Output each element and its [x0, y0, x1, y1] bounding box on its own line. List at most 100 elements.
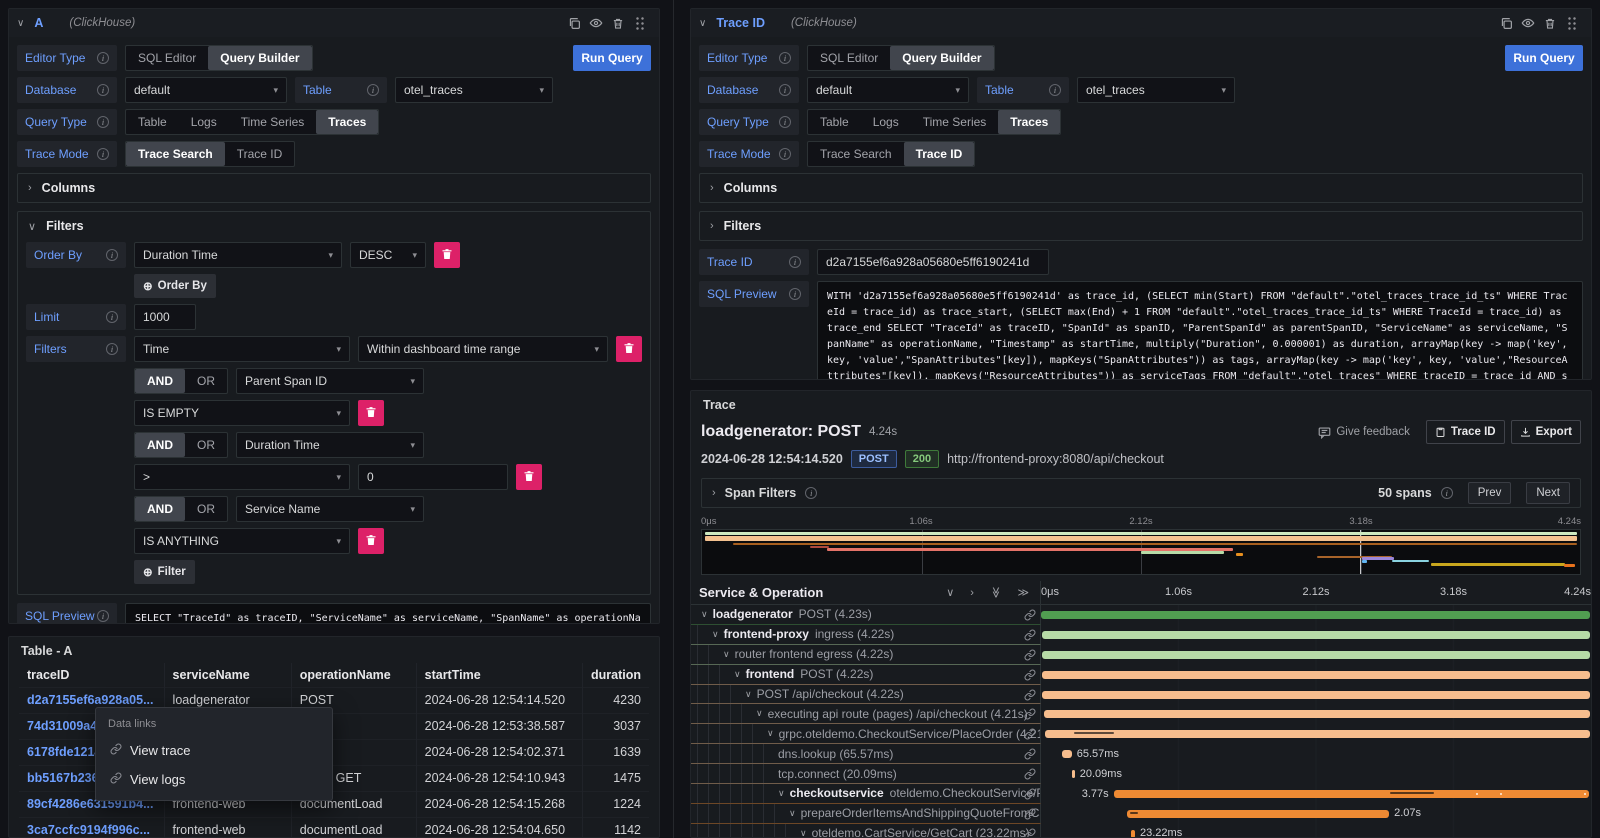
expand-one-icon[interactable]: ›: [967, 587, 977, 599]
span-row[interactable]: tcp.connect (20.09ms) 20.09ms: [691, 764, 1591, 784]
export-button[interactable]: Export: [1511, 420, 1581, 444]
chevron-right-icon[interactable]: ›: [712, 487, 716, 499]
span-row[interactable]: dns.lookup (65.57ms) 65.57ms: [691, 744, 1591, 764]
give-feedback-button[interactable]: Give feedback: [1318, 426, 1410, 439]
remove-condition-button[interactable]: [516, 464, 542, 490]
collapse-span-chevron-icon[interactable]: ∨: [789, 808, 796, 819]
query-header-a[interactable]: ∨ A (ClickHouse): [9, 9, 659, 37]
collapse-one-icon[interactable]: ∨: [943, 586, 957, 599]
span-duration-bar[interactable]: [1042, 631, 1591, 639]
database-select[interactable]: default▾: [125, 77, 287, 103]
collapse-span-chevron-icon[interactable]: ∨: [745, 689, 752, 700]
span-link-icon[interactable]: [1024, 807, 1036, 824]
span-duration-bar[interactable]: [1042, 651, 1591, 659]
limit-input[interactable]: 1000: [134, 304, 196, 330]
remove-condition-button[interactable]: [358, 528, 384, 554]
run-query-button[interactable]: Run Query: [1505, 45, 1583, 71]
span-name-cell[interactable]: ∨loadgeneratorPOST (4.23s): [691, 605, 1041, 625]
span-row[interactable]: ∨grpc.oteldemo.CheckoutService/PlaceOrde…: [691, 724, 1591, 744]
condition-value-input[interactable]: 0: [358, 464, 508, 490]
segment-option[interactable]: OR: [185, 369, 227, 393]
span-name-cell[interactable]: tcp.connect (20.09ms): [691, 764, 1041, 784]
condition-operator-select[interactable]: IS ANYTHING▾: [134, 528, 350, 554]
condition-field-select[interactable]: Parent Span ID▾: [236, 368, 424, 394]
segment-option[interactable]: Trace Search: [126, 142, 225, 166]
segment-option[interactable]: Traces: [998, 110, 1060, 134]
order-by-direction-select[interactable]: DESC▾: [350, 242, 426, 268]
add-order-by-button[interactable]: ⊕ Order By: [134, 274, 216, 298]
editor-type-toggle[interactable]: SQL EditorQuery Builder: [125, 45, 313, 71]
trace-id-copy-button[interactable]: Trace ID: [1426, 420, 1505, 444]
span-bar-cell[interactable]: 65.57ms: [1041, 744, 1591, 764]
info-icon[interactable]: i: [779, 84, 791, 96]
span-duration-bar[interactable]: [1042, 671, 1590, 679]
duplicate-query-icon[interactable]: [1495, 13, 1517, 33]
remove-filter-button[interactable]: [616, 336, 642, 362]
span-name-cell[interactable]: ∨frontendPOST (4.22s): [691, 665, 1041, 685]
trace-mode-toggle[interactable]: Trace SearchTrace ID: [125, 141, 295, 167]
collapse-span-chevron-icon[interactable]: ∨: [800, 828, 807, 838]
collapse-span-chevron-icon[interactable]: ∨: [712, 629, 719, 640]
segment-option[interactable]: Table: [808, 110, 861, 134]
collapse-span-chevron-icon[interactable]: ∨: [734, 669, 741, 680]
span-row[interactable]: ∨frontend-proxyingress (4.22s): [691, 625, 1591, 645]
span-duration-bar[interactable]: [1042, 691, 1590, 699]
info-icon[interactable]: i: [789, 256, 801, 268]
prev-button[interactable]: Prev: [1468, 482, 1512, 504]
collapse-span-chevron-icon[interactable]: ∨: [756, 708, 763, 719]
span-duration-bar[interactable]: [1041, 611, 1590, 619]
query-header-traceid[interactable]: ∨ Trace ID (ClickHouse): [691, 9, 1591, 37]
info-icon[interactable]: i: [106, 311, 118, 323]
add-filter-button[interactable]: ⊕ Filter: [134, 560, 195, 584]
span-name-cell[interactable]: ∨frontend-proxyingress (4.22s): [691, 625, 1041, 645]
span-link-icon[interactable]: [1024, 767, 1036, 784]
trace-id-input[interactable]: d2a7155ef6a928a05680e5ff6190241d: [817, 249, 1049, 275]
info-icon[interactable]: i: [97, 84, 109, 96]
info-icon[interactable]: i: [97, 610, 109, 622]
run-query-button[interactable]: Run Query: [573, 45, 651, 71]
segment-option[interactable]: Table: [126, 110, 179, 134]
info-icon[interactable]: i: [106, 249, 118, 261]
span-name-cell[interactable]: ∨grpc.oteldemo.CheckoutService/PlaceOrde…: [691, 724, 1041, 744]
span-name-cell[interactable]: ∨POST /api/checkout (4.22s): [691, 685, 1041, 705]
hide-response-eye-icon[interactable]: [1517, 13, 1539, 33]
delete-query-trash-icon[interactable]: [1539, 13, 1561, 33]
span-bar-cell[interactable]: [1041, 685, 1591, 705]
span-bar-cell[interactable]: 20.09ms: [1041, 764, 1591, 784]
span-duration-bar[interactable]: [1044, 710, 1590, 718]
remove-order-by-button[interactable]: [434, 242, 460, 268]
query-type-toggle[interactable]: TableLogsTime SeriesTraces: [807, 109, 1061, 135]
segment-option[interactable]: AND: [135, 497, 185, 521]
column-header[interactable]: startTime: [416, 663, 582, 687]
info-icon[interactable]: i: [367, 84, 379, 96]
span-row[interactable]: ∨frontendPOST (4.22s): [691, 665, 1591, 685]
span-duration-bar[interactable]: [1114, 790, 1589, 798]
hide-response-eye-icon[interactable]: [585, 13, 607, 33]
column-header[interactable]: duration: [583, 663, 650, 687]
span-bar-cell[interactable]: 3.77s: [1041, 784, 1591, 804]
segment-option[interactable]: Query Builder: [208, 46, 311, 70]
condition-operator-select[interactable]: >▾: [134, 464, 350, 490]
span-row[interactable]: ∨oteldemo.CartService/GetCart (23.22ms) …: [691, 824, 1591, 838]
segment-option[interactable]: Time Series: [911, 110, 999, 134]
trace-minimap[interactable]: 0μs1.06s2.12s3.18s4.24s: [701, 516, 1581, 575]
span-name-cell[interactable]: ∨oteldemo.CartService/GetCart (23.22ms): [691, 824, 1041, 838]
collapse-chevron-icon[interactable]: ∨: [17, 18, 24, 29]
order-by-field-select[interactable]: Duration Time▾: [134, 242, 342, 268]
info-icon[interactable]: i: [805, 487, 817, 499]
span-link-icon[interactable]: [1024, 608, 1036, 625]
collapse-span-chevron-icon[interactable]: ∨: [701, 609, 708, 620]
span-row[interactable]: ∨checkoutserviceoteldemo.CheckoutService…: [691, 784, 1591, 804]
database-select[interactable]: default▾: [807, 77, 969, 103]
span-link-icon[interactable]: [1024, 648, 1036, 665]
view-trace-link[interactable]: View trace: [96, 736, 332, 765]
span-name-cell[interactable]: dns.lookup (65.57ms): [691, 744, 1041, 764]
info-icon[interactable]: i: [779, 116, 791, 128]
span-row[interactable]: ∨prepareOrderItemsAndShippingQuoteFromCa…: [691, 804, 1591, 824]
and-or-toggle[interactable]: ANDOR: [134, 496, 228, 522]
segment-option[interactable]: Logs: [179, 110, 229, 134]
filter-field-select[interactable]: Time▾: [134, 336, 350, 362]
info-icon[interactable]: i: [97, 116, 109, 128]
span-bar-cell[interactable]: 23.22ms: [1041, 824, 1591, 838]
segment-option[interactable]: Time Series: [229, 110, 317, 134]
